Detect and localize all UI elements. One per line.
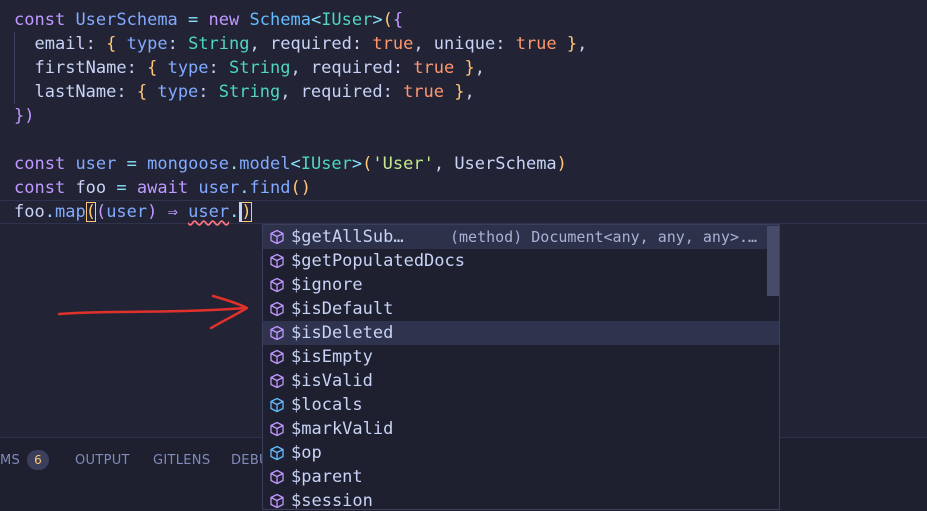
parameter: user <box>106 202 148 222</box>
operator: = <box>126 154 137 174</box>
keyword: new <box>208 10 240 30</box>
suggestion-item[interactable]: $ignore <box>263 273 779 297</box>
type-name: String <box>218 82 281 102</box>
error-squiggle-identifier: user <box>188 202 230 222</box>
autocomplete-suggestions[interactable]: $getAllSub… (method) Document<any, any, a… <box>262 224 780 510</box>
code-line-3: firstName: { type: String, required: tru… <box>34 58 485 78</box>
code-line-9: foo.map((user) ⇒ user.) <box>14 202 252 222</box>
keyword: await <box>136 178 189 198</box>
suggestion-label: $parent <box>291 467 363 487</box>
suggestion-detail: (method) Document<any, any, any>.… <box>450 228 758 246</box>
property-key: lastName <box>34 82 117 102</box>
property-key: type <box>157 82 199 102</box>
suggestion-item[interactable]: $isValid <box>263 369 779 393</box>
problems-count-badge: 6 <box>27 450 49 470</box>
method-cube-icon <box>270 469 284 485</box>
suggestion-label: $getAllSub… <box>291 227 404 247</box>
identifier: mongoose <box>147 154 230 174</box>
method-name: map <box>54 202 86 222</box>
type-name: IUser <box>300 154 352 174</box>
method-name: model <box>239 154 291 174</box>
brace: { <box>392 10 404 30</box>
code-line-8: const foo = await user.find() <box>14 178 311 198</box>
method-cube-icon <box>270 373 284 389</box>
code-line-2: email: { type: String, required: true, u… <box>34 34 588 54</box>
property-key: type <box>167 58 209 78</box>
boolean: true <box>403 82 445 102</box>
suggestion-item[interactable]: $op <box>263 441 779 465</box>
suggestion-item[interactable]: $parent <box>263 465 779 489</box>
suggestion-label: $isDefault <box>291 299 394 319</box>
suggestions-scrollbar[interactable] <box>767 226 779 296</box>
field-cube-icon <box>270 397 284 413</box>
identifier: user <box>198 178 240 198</box>
method-cube-icon <box>270 325 284 341</box>
method-cube-icon <box>270 421 284 437</box>
method-cube-icon <box>270 229 284 245</box>
operator: = <box>116 178 127 198</box>
code-line-4: lastName: { type: String, required: true… <box>34 82 475 102</box>
suggestion-item[interactable]: $getPopulatedDocs <box>263 249 779 273</box>
suggestion-label: $isEmpty <box>291 347 373 367</box>
suggestion-item[interactable]: $isEmpty <box>263 345 779 369</box>
tab-problems[interactable]: MS <box>0 453 20 468</box>
method-cube-icon <box>270 349 284 365</box>
method-name: find <box>249 178 291 198</box>
suggestion-label: $session <box>291 491 373 510</box>
code-line-7: const user = mongoose.model<IUser>('User… <box>14 154 567 174</box>
suggestion-label: $getPopulatedDocs <box>291 251 465 271</box>
field-cube-icon <box>270 445 284 461</box>
suggestion-label: $ignore <box>291 275 363 295</box>
class-name: Schema <box>249 10 311 30</box>
arrow-operator: ⇒ <box>167 202 178 222</box>
property-key: required <box>269 34 352 54</box>
keyword: const <box>14 154 66 174</box>
identifier: UserSchema <box>454 154 557 174</box>
method-cube-icon <box>270 277 284 293</box>
keyword: const <box>14 10 66 30</box>
paren: ( <box>382 10 393 30</box>
identifier: foo <box>75 178 107 198</box>
method-cube-icon <box>270 253 284 269</box>
property-key: type <box>126 34 168 54</box>
identifier: UserSchema <box>75 10 178 30</box>
tab-output[interactable]: OUTPUT <box>75 453 130 468</box>
boolean: true <box>372 34 414 54</box>
suggestion-item[interactable]: $markValid <box>263 417 779 441</box>
suggestion-label: $markValid <box>291 419 394 439</box>
code-line-1: const UserSchema = new Schema<IUser>({ <box>14 8 403 32</box>
type-name: IUser <box>321 10 373 30</box>
property-key: required <box>310 58 393 78</box>
string-literal: 'User' <box>372 154 434 174</box>
method-cube-icon <box>270 301 284 317</box>
operator: > <box>372 10 383 30</box>
suggestion-label: $isValid <box>291 371 373 391</box>
suggestion-item[interactable]: $getAllSub… (method) Document<any, any, a… <box>263 225 779 249</box>
property-key: firstName <box>34 58 127 78</box>
suggestion-label: $isDeleted <box>291 323 394 343</box>
keyword: const <box>14 178 66 198</box>
annotation-arrow <box>57 294 249 330</box>
property-key: unique <box>433 34 496 54</box>
property-key: email <box>34 34 86 54</box>
tab-gitlens[interactable]: GITLENS <box>153 453 210 468</box>
suggestion-label: $op <box>291 443 322 463</box>
property-key: required <box>300 82 383 102</box>
type-name: String <box>229 58 291 78</box>
operator: < <box>310 10 322 30</box>
code-line-5: }) <box>14 106 35 126</box>
type-name: String <box>188 34 250 54</box>
method-cube-icon <box>270 493 284 509</box>
identifier: user <box>75 154 117 174</box>
suggestion-item[interactable]: $isDeleted <box>263 321 779 345</box>
boolean: true <box>515 34 557 54</box>
suggestion-item[interactable]: $locals <box>263 393 779 417</box>
operator: = <box>188 10 199 30</box>
suggestion-item[interactable]: $session <box>263 489 779 510</box>
boolean: true <box>413 58 455 78</box>
suggestion-item[interactable]: $isDefault <box>263 297 779 321</box>
suggestion-label: $locals <box>291 395 363 415</box>
identifier: foo <box>14 202 45 222</box>
